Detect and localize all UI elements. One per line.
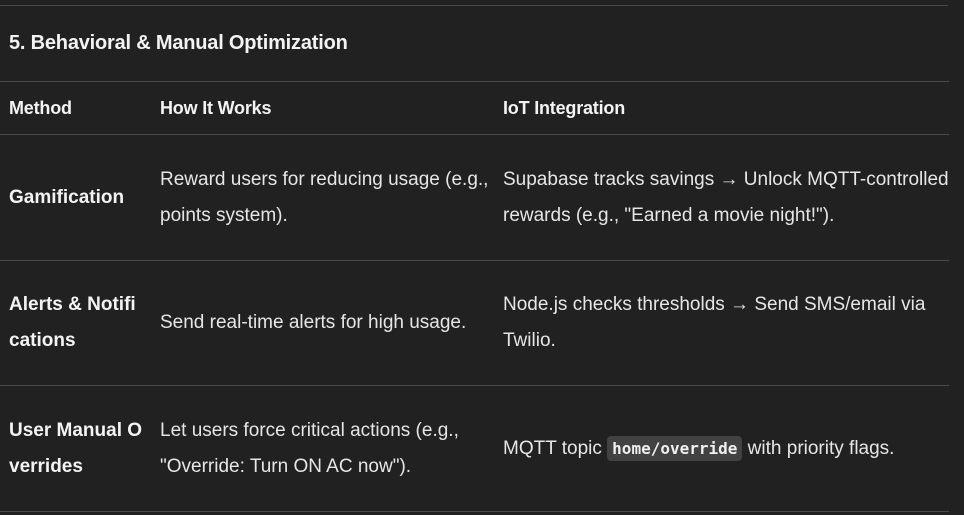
table-row: Alerts & Notifications Send real-time al… — [0, 260, 949, 386]
section-heading: 5. Behavioral & Manual Optimization — [9, 32, 348, 54]
how-it-works-cell: Send real-time alerts for high usage. — [151, 260, 494, 386]
optimization-table: Method How It Works IoT Integration Gami… — [0, 81, 949, 512]
iot-integration-cell: MQTT topic home/override with priority f… — [494, 385, 949, 512]
column-header-how-it-works: How It Works — [151, 81, 494, 135]
method-cell: User Manual Overrides — [0, 385, 151, 512]
iot-text-suffix: with priority flags. — [742, 437, 895, 459]
inline-code-mqtt-topic: home/override — [607, 435, 743, 461]
table-row: Gamification Reward users for reducing u… — [0, 134, 949, 261]
method-cell: Gamification — [0, 134, 151, 261]
how-it-works-cell: Reward users for reducing usage (e.g., p… — [151, 134, 494, 261]
iot-integration-cell: Supabase tracks savings → Unlock MQTT-co… — [494, 134, 949, 261]
iot-text-prefix: MQTT topic — [503, 437, 608, 459]
column-header-iot-integration: IoT Integration — [494, 81, 949, 135]
column-header-method: Method — [0, 81, 151, 135]
table-row: User Manual Overrides Let users force cr… — [0, 385, 949, 512]
top-divider — [0, 5, 948, 6]
table-header-row: Method How It Works IoT Integration — [0, 81, 949, 135]
iot-integration-cell: Node.js checks thresholds → Send SMS/ema… — [494, 260, 949, 386]
method-cell: Alerts & Notifications — [0, 260, 151, 386]
how-it-works-cell: Let users force critical actions (e.g., … — [151, 385, 494, 512]
